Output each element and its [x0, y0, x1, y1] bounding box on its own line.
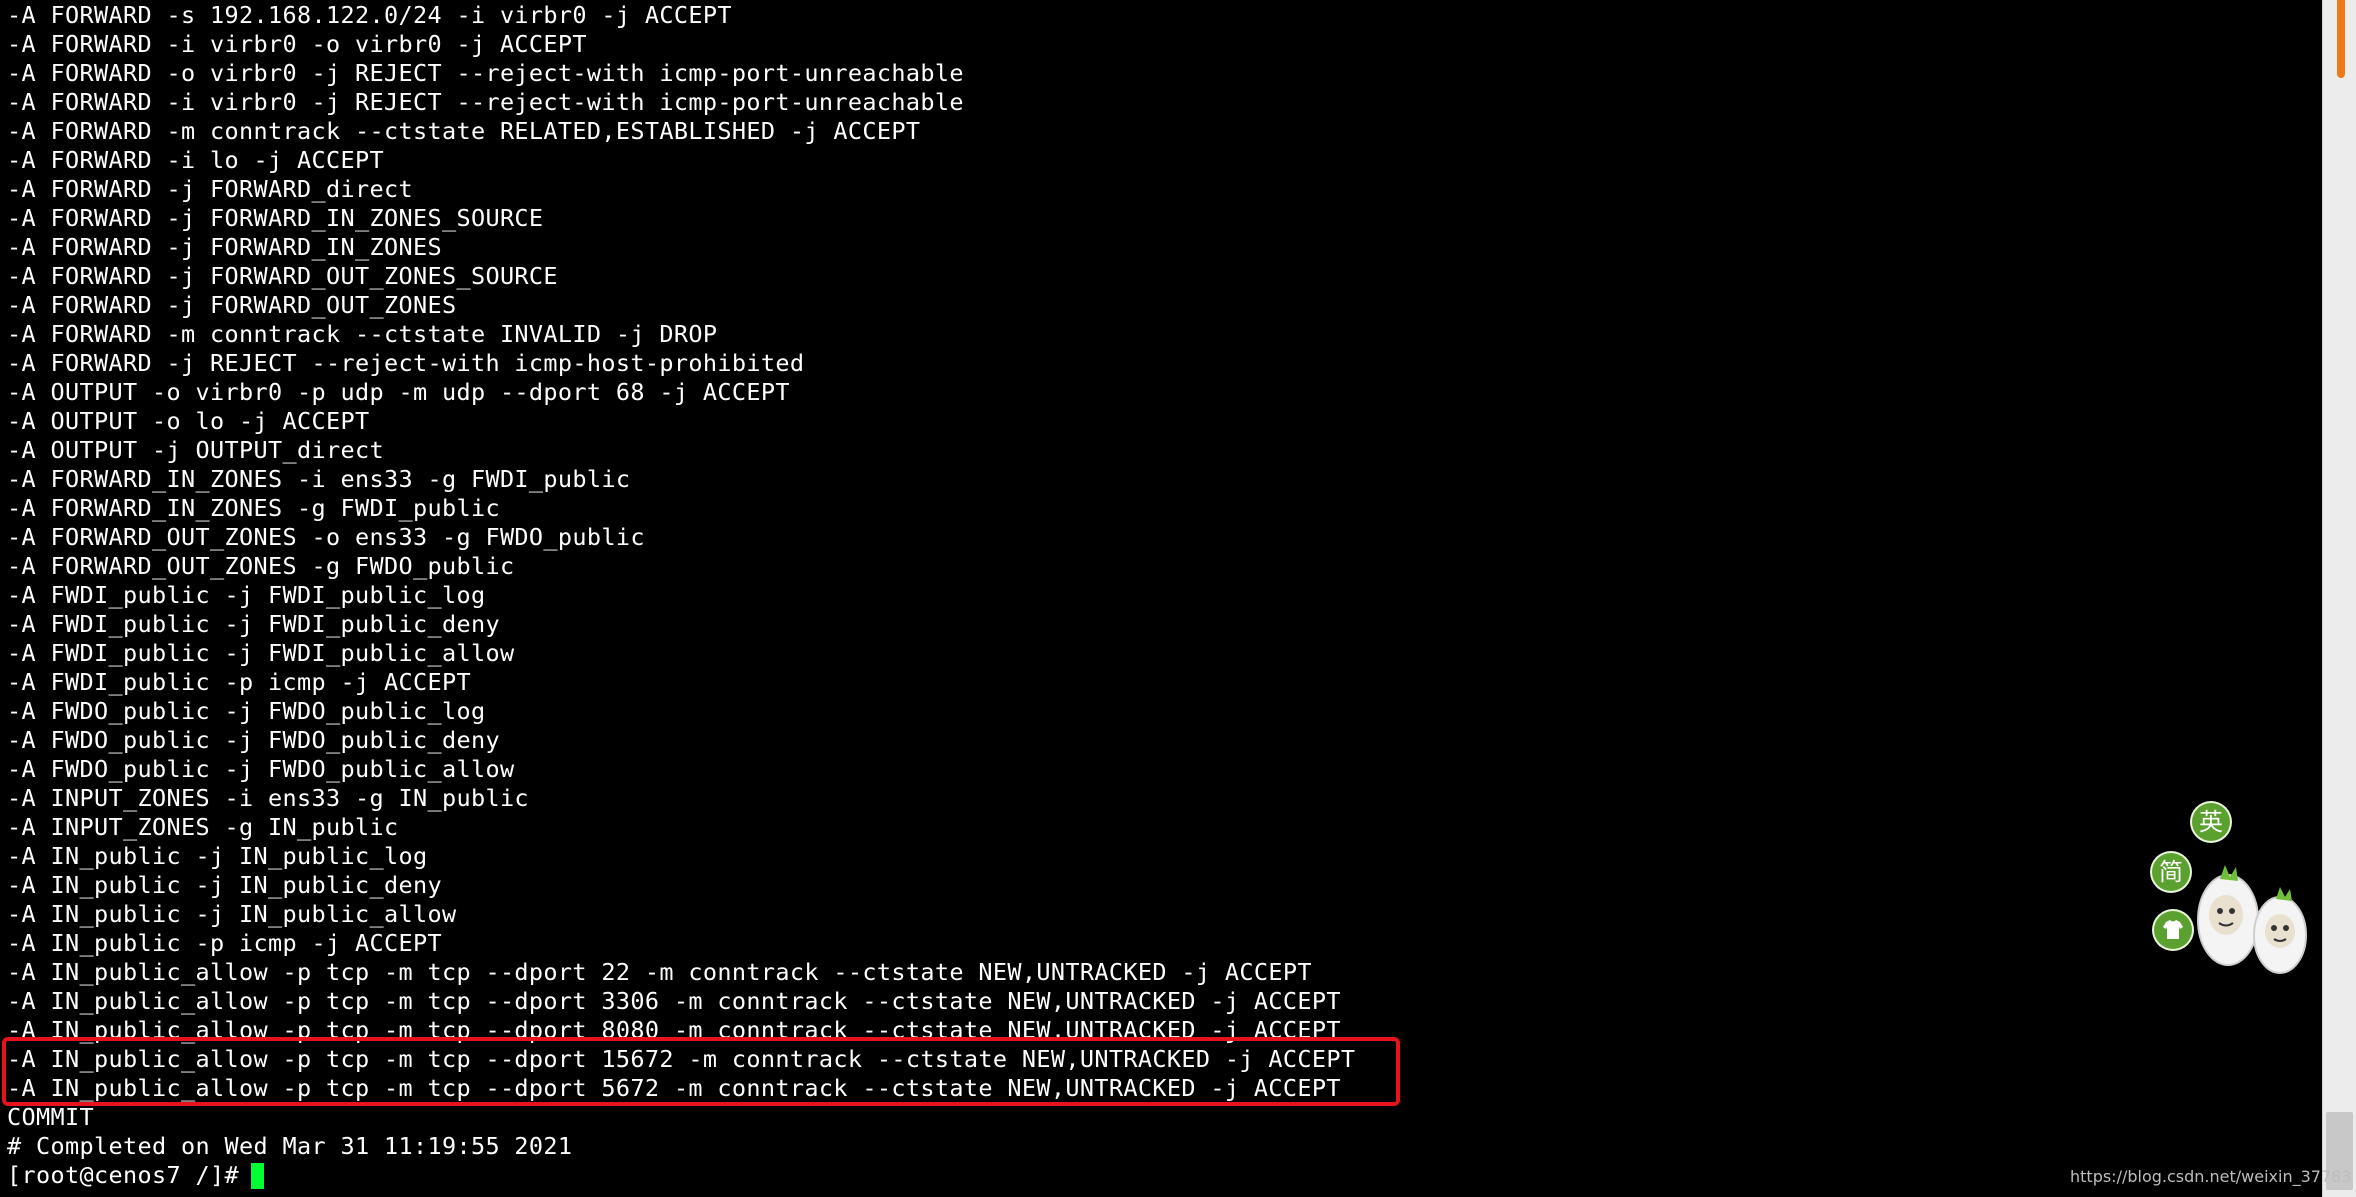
- terminal-line: -A FORWARD_OUT_ZONES -o ens33 -g FWDO_pu…: [7, 523, 645, 551]
- terminal-line: -A IN_public -j IN_public_allow: [7, 900, 457, 928]
- terminal-line: -A FORWARD -s 192.168.122.0/24 -i virbr0…: [7, 1, 732, 29]
- scroll-accent-marker: [2337, 0, 2345, 78]
- terminal-line: -A IN_public -p icmp -j ACCEPT: [7, 929, 442, 957]
- terminal-line: -A FWDI_public -j FWDI_public_allow: [7, 639, 515, 667]
- terminal-line: -A FORWARD -j FORWARD_direct: [7, 175, 413, 203]
- terminal-line: -A FORWARD -o virbr0 -j REJECT --reject-…: [7, 59, 964, 87]
- terminal-line: -A IN_public -j IN_public_deny: [7, 871, 442, 899]
- terminal-line: # Completed on Wed Mar 31 11:19:55 2021: [7, 1132, 573, 1160]
- terminal-line: -A INPUT_ZONES -i ens33 -g IN_public: [7, 784, 529, 812]
- shell-prompt: [root@cenos7 /]#: [7, 1161, 239, 1189]
- terminal-line: -A FORWARD -j FORWARD_IN_ZONES_SOURCE: [7, 204, 544, 232]
- terminal-line: -A FORWARD -j REJECT --reject-with icmp-…: [7, 349, 805, 377]
- terminal-line: -A FWDO_public -j FWDO_public_allow: [7, 755, 515, 783]
- watermark-text: https://blog.csdn.net/weixin_37783: [2070, 1167, 2352, 1186]
- terminal-line: -A FORWARD -m conntrack --ctstate INVALI…: [7, 320, 718, 348]
- terminal-window[interactable]: -A FORWARD -s 192.168.122.0/24 -i virbr0…: [0, 0, 2322, 1197]
- terminal-line: -A IN_public_allow -p tcp -m tcp --dport…: [7, 958, 1312, 986]
- terminal-line: -A FWDO_public -j FWDO_public_deny: [7, 726, 500, 754]
- terminal-line: -A IN_public_allow -p tcp -m tcp --dport…: [7, 1074, 1341, 1102]
- ime-simplified-mode-button[interactable]: 简: [2152, 853, 2190, 891]
- mascot-icon: [2197, 865, 2307, 974]
- command-prompt-line[interactable]: [root@cenos7 /]#: [7, 1161, 1355, 1190]
- terminal-line: -A FORWARD -m conntrack --ctstate RELATE…: [7, 117, 921, 145]
- terminal-line: -A FORWARD -j FORWARD_OUT_ZONES: [7, 291, 457, 319]
- terminal-line: -A FORWARD_IN_ZONES -g FWDI_public: [7, 494, 500, 522]
- terminal-line: -A IN_public_allow -p tcp -m tcp --dport…: [7, 987, 1341, 1015]
- terminal-line: -A OUTPUT -j OUTPUT_direct: [7, 436, 384, 464]
- ime-floating-toolbar[interactable]: 英 简: [2150, 795, 2320, 995]
- shirt-icon: [2163, 920, 2183, 939]
- text-cursor: [250, 1162, 264, 1189]
- terminal-line: -A IN_public_allow -p tcp -m tcp --dport…: [7, 1045, 1356, 1073]
- terminal-output: -A FORWARD -s 192.168.122.0/24 -i virbr0…: [7, 1, 1355, 1190]
- terminal-line: -A FORWARD_OUT_ZONES -g FWDO_public: [7, 552, 515, 580]
- terminal-line: -A OUTPUT -o lo -j ACCEPT: [7, 407, 370, 435]
- vertical-scrollbar[interactable]: [2322, 0, 2356, 1197]
- ime-skin-button[interactable]: [2154, 911, 2192, 949]
- terminal-line: -A IN_public -j IN_public_log: [7, 842, 428, 870]
- terminal-line: -A FWDI_public -j FWDI_public_deny: [7, 610, 500, 638]
- terminal-line: -A FWDO_public -j FWDO_public_log: [7, 697, 486, 725]
- terminal-line: -A FORWARD -j FORWARD_OUT_ZONES_SOURCE: [7, 262, 558, 290]
- terminal-line: -A FORWARD -i lo -j ACCEPT: [7, 146, 384, 174]
- terminal-line: -A FWDI_public -p icmp -j ACCEPT: [7, 668, 471, 696]
- terminal-line: -A OUTPUT -o virbr0 -p udp -m udp --dpor…: [7, 378, 790, 406]
- terminal-line: -A FORWARD -i virbr0 -j REJECT --reject-…: [7, 88, 964, 116]
- terminal-line: -A FORWARD_IN_ZONES -i ens33 -g FWDI_pub…: [7, 465, 631, 493]
- terminal-line: -A FWDI_public -j FWDI_public_log: [7, 581, 486, 609]
- terminal-line: -A FORWARD -j FORWARD_IN_ZONES: [7, 233, 442, 261]
- terminal-line: -A IN_public_allow -p tcp -m tcp --dport…: [7, 1016, 1341, 1044]
- terminal-line: COMMIT: [7, 1103, 94, 1131]
- terminal-line: -A FORWARD -i virbr0 -o virbr0 -j ACCEPT: [7, 30, 587, 58]
- terminal-line: -A INPUT_ZONES -g IN_public: [7, 813, 399, 841]
